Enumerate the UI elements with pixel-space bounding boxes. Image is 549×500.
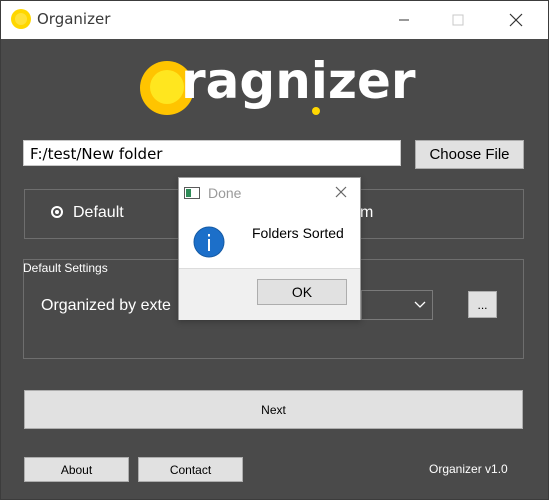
- app-logo: ragnizer: [139, 52, 429, 118]
- contact-button[interactable]: Contact: [138, 457, 243, 482]
- logo-text: ragnizer: [181, 52, 416, 110]
- app-sun-icon: [11, 9, 31, 29]
- default-radio-label[interactable]: Default: [73, 204, 124, 222]
- path-input[interactable]: F:/test/New folder: [23, 140, 401, 166]
- custom-radio-label[interactable]: m: [360, 204, 373, 222]
- minimize-icon: [399, 19, 409, 21]
- default-radio[interactable]: [51, 206, 63, 218]
- title-bar: Organizer: [1, 1, 548, 39]
- ellipsis-button[interactable]: ...: [468, 291, 497, 318]
- dialog-app-icon: [184, 187, 200, 199]
- dialog-button-area: OK: [179, 268, 360, 320]
- minimize-button[interactable]: [381, 1, 427, 39]
- version-label: Organizer v1.0: [429, 462, 508, 476]
- ok-button[interactable]: OK: [257, 279, 347, 305]
- done-dialog: Done Folders Sorted OK: [178, 177, 361, 320]
- maximize-button[interactable]: [435, 1, 481, 39]
- main-window: Organizer ragnizer F:/test/New folder Ch…: [0, 0, 549, 500]
- dialog-message: Folders Sorted: [252, 225, 344, 241]
- organized-by-label: Organized by exte: [41, 297, 171, 314]
- dialog-title: Done: [208, 185, 242, 201]
- next-button[interactable]: Next: [24, 390, 523, 429]
- choose-file-button[interactable]: Choose File: [415, 140, 524, 169]
- group-title: Default Settings: [23, 261, 108, 275]
- radio-selected-dot: [55, 210, 59, 214]
- maximize-icon: [452, 14, 464, 26]
- close-icon: [509, 13, 523, 27]
- organize-select[interactable]: [361, 290, 433, 320]
- logo-dot-icon: [312, 107, 320, 115]
- window-title: Organizer: [37, 10, 111, 28]
- chevron-down-icon: [414, 301, 426, 308]
- close-icon: [335, 186, 347, 198]
- close-button[interactable]: [493, 1, 539, 39]
- about-button[interactable]: About: [24, 457, 129, 482]
- info-icon: [193, 226, 225, 258]
- dialog-close-button[interactable]: [331, 182, 351, 202]
